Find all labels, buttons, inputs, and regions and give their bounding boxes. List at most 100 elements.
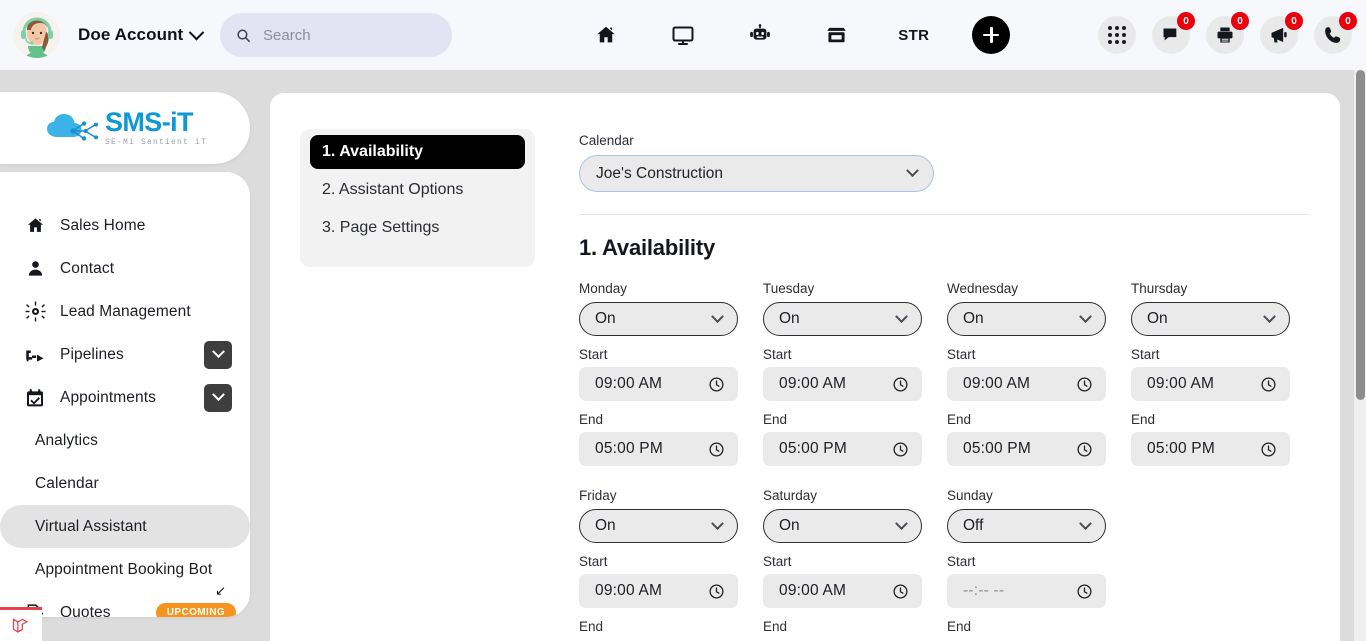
chevron-down-icon — [711, 309, 724, 323]
day-label: Friday — [579, 488, 617, 503]
end-time-value: 05:00 PM — [595, 440, 663, 457]
tab-assistant-options[interactable]: 2. Assistant Options — [310, 173, 525, 207]
sidebar-item-calendar[interactable]: Calendar — [0, 462, 250, 505]
nav-monitor-icon[interactable] — [644, 13, 721, 57]
sidebar-item-lead-management[interactable]: Lead Management — [0, 290, 250, 333]
day-state-value: On — [963, 310, 984, 327]
start-time-input[interactable]: 09:00 AM — [579, 574, 738, 608]
announcements-button[interactable]: 0 — [1260, 12, 1303, 54]
appointments-expander-button[interactable] — [204, 383, 232, 412]
pipeline-icon — [24, 345, 46, 365]
sidebar-item-appointment-booking-bot[interactable]: Appointment Booking Bot — [0, 548, 250, 591]
start-time-input[interactable]: 09:00 AM — [947, 367, 1106, 401]
printer-icon — [1217, 27, 1233, 43]
end-label: End — [947, 619, 972, 634]
nav-str-button[interactable]: STR — [875, 13, 952, 57]
grid-empty-cell — [1131, 488, 1315, 639]
day-state-select[interactable]: Off — [947, 509, 1106, 543]
user-avatar[interactable] — [14, 12, 60, 58]
start-label: Start — [947, 347, 976, 362]
nav-robot-icon[interactable] — [721, 13, 798, 57]
day-state-select[interactable]: On — [579, 302, 738, 336]
start-label: Start — [1131, 347, 1160, 362]
day-state-select[interactable]: On — [763, 509, 922, 543]
chevron-down-icon — [1079, 309, 1092, 323]
start-time-input[interactable]: 09:00 AM — [763, 574, 922, 608]
nav-home-icon[interactable] — [567, 13, 644, 57]
end-time-input[interactable]: 05:00 PM — [1131, 432, 1290, 466]
end-time-input[interactable]: 05:00 PM — [579, 432, 738, 466]
announcements-badge: 0 — [1285, 12, 1303, 30]
scrollbar-thumb[interactable] — [1356, 70, 1365, 400]
megaphone-icon — [1271, 27, 1287, 43]
chevron-down-icon — [211, 345, 225, 359]
add-new-button[interactable] — [972, 16, 1011, 54]
day-column-tuesday: Tuesday On Start 09:00 AM End 05:00 PM — [763, 281, 947, 466]
day-state-value: On — [1147, 310, 1168, 327]
start-time-value: 09:00 AM — [963, 375, 1031, 392]
day-label: Saturday — [763, 488, 818, 503]
chat-icon — [1163, 28, 1177, 41]
day-state-value: On — [779, 310, 800, 327]
end-label: End — [579, 412, 604, 427]
sidebar-item-label: Pipelines — [60, 345, 124, 363]
chat-button[interactable]: 0 — [1152, 12, 1195, 54]
search-box[interactable] — [220, 13, 453, 57]
search-icon — [237, 29, 251, 42]
day-state-value: Off — [963, 517, 984, 534]
day-label: Tuesday — [763, 281, 815, 296]
sidebar-item-contact[interactable]: Contact — [0, 247, 250, 290]
start-time-input[interactable]: 09:00 AM — [1131, 367, 1290, 401]
account-switcher[interactable]: Doe Account — [78, 24, 205, 45]
wizard-step-tabs: 1. Availability 2. Assistant Options 3. … — [300, 129, 535, 267]
availability-form: Calendar Joe's Construction 1. Availabil… — [579, 133, 1310, 639]
calendar-select[interactable]: Joe's Construction — [579, 155, 934, 192]
sidebar-item-label: Lead Management — [60, 302, 191, 320]
grid-row-spacer — [947, 466, 1131, 488]
day-state-select[interactable]: On — [579, 509, 738, 543]
end-label: End — [1131, 412, 1156, 427]
chevron-down-icon — [1263, 309, 1276, 323]
pipelines-expander-button[interactable] — [204, 340, 232, 369]
chevron-down-icon — [711, 516, 724, 530]
day-state-select[interactable]: On — [763, 302, 922, 336]
sidebar-item-analytics[interactable]: Analytics — [0, 419, 250, 462]
avatar-illustration — [14, 12, 60, 58]
account-name: Doe Account — [78, 25, 184, 44]
sidebar-item-appointments[interactable]: Appointments — [0, 376, 250, 419]
tab-availability[interactable]: 1. Availability — [310, 135, 525, 169]
start-time-input[interactable]: 09:00 AM — [579, 367, 738, 401]
end-label: End — [579, 619, 604, 634]
laravel-debugbar-tab[interactable] — [0, 607, 42, 641]
sidebar-item-pipelines[interactable]: Pipelines — [0, 333, 250, 376]
tab-page-settings[interactable]: 3. Page Settings — [310, 211, 525, 245]
start-time-input[interactable]: 09:00 AM — [763, 367, 922, 401]
brand-logo[interactable]: SMS-iT SE-Mi Sentient iT — [43, 109, 207, 147]
clock-icon — [1077, 376, 1092, 392]
day-label: Wednesday — [947, 281, 1019, 296]
day-state-select[interactable]: On — [1131, 302, 1290, 336]
phone-button[interactable]: 0 — [1314, 12, 1357, 54]
sidebar-item-label: Quotes — [60, 603, 111, 618]
sidebar-item-virtual-assistant[interactable]: Virtual Assistant — [0, 505, 250, 548]
day-state-select[interactable]: On — [947, 302, 1106, 336]
day-column-monday: Monday On Start 09:00 AM End 05:00 PM — [579, 281, 763, 466]
start-time-value: 09:00 AM — [779, 375, 847, 392]
apps-grid-button[interactable] — [1098, 16, 1136, 54]
end-time-input[interactable]: 05:00 PM — [947, 432, 1106, 466]
search-input[interactable] — [263, 26, 437, 44]
mouse-cursor-icon: ↙ — [215, 583, 226, 598]
sidebar-item-sales-home[interactable]: Sales Home — [0, 204, 250, 247]
start-time-value: --:-- -- — [963, 582, 1005, 599]
end-time-input[interactable]: 05:00 PM — [763, 432, 922, 466]
printer-button[interactable]: 0 — [1206, 12, 1249, 54]
end-time-value: 05:00 PM — [779, 440, 847, 457]
sidebar-item-label: Sales Home — [60, 216, 146, 234]
start-time-input[interactable]: --:-- -- — [947, 574, 1106, 608]
clock-icon — [1077, 441, 1092, 457]
sidebar-nav-list: Sales Home Contact Lead Management Pipel… — [0, 204, 250, 617]
nav-storefront-icon[interactable] — [798, 13, 875, 57]
calendar-selected-value: Joe's Construction — [596, 164, 724, 182]
page-scrollbar[interactable] — [1353, 70, 1366, 641]
cloud-network-icon — [46, 114, 98, 141]
